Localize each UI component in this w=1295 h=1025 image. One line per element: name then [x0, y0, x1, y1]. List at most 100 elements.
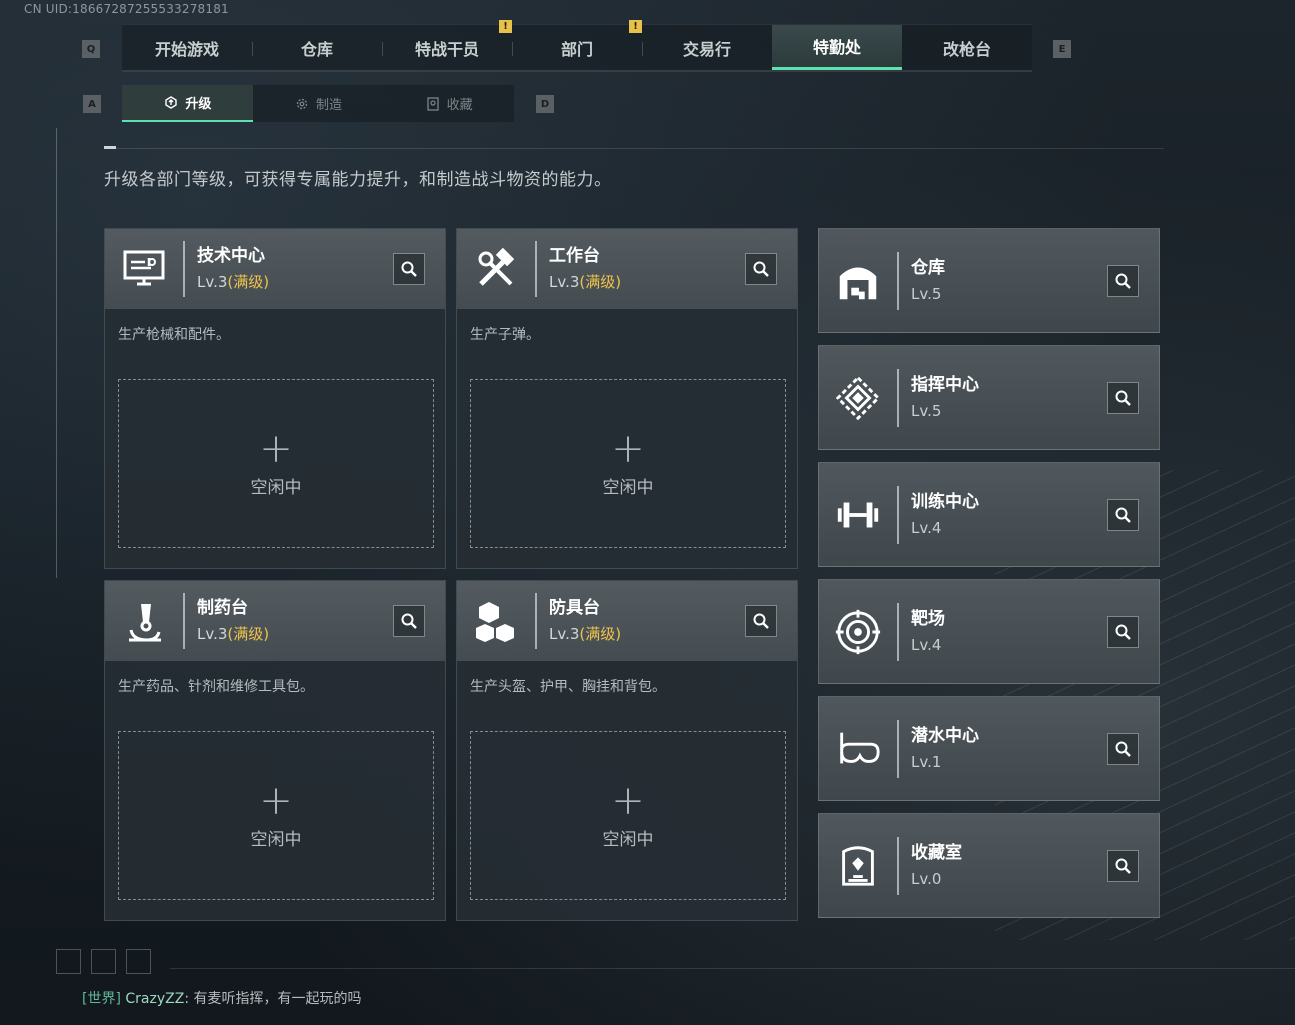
slot-status: 空闲中	[602, 830, 654, 850]
facility-shooting-range[interactable]: 靶场 Lv.4	[818, 579, 1160, 684]
workshop-name: 技术中心	[197, 246, 265, 266]
workshop-level: Lv.3(满级)	[549, 271, 621, 293]
search-icon	[401, 613, 417, 629]
max-level-tag: (满级)	[579, 273, 622, 291]
subtab-label: 制造	[316, 98, 343, 113]
workshop-level: Lv.3(满级)	[549, 623, 621, 645]
page-description: 升级各部门等级，可获得专属能力提升，和制造战斗物资的能力。	[104, 170, 612, 190]
prev-tab-hotkey: Q	[82, 40, 100, 58]
production-slot[interactable]: + 空闲中	[470, 379, 786, 548]
warehouse-icon	[819, 228, 897, 333]
craft-gear-icon	[296, 98, 308, 109]
alert-badge: !	[629, 20, 642, 33]
production-slot[interactable]: + 空闲中	[118, 731, 434, 900]
inspect-button[interactable]	[1107, 265, 1139, 297]
chat-channel: [世界]	[82, 991, 121, 1007]
command-center-icon	[819, 345, 897, 450]
production-slot[interactable]: + 空闲中	[470, 731, 786, 900]
subtab-collection[interactable]: 收藏	[383, 85, 514, 122]
production-slot[interactable]: + 空闲中	[118, 379, 434, 548]
tab-operators[interactable]: 特战干员!	[382, 20, 512, 70]
main-tab-bar: 开始游戏 仓库 特战干员! 部门! 交易行 特勤处 改枪台	[122, 20, 1032, 72]
facility-warehouse[interactable]: 仓库 Lv.5	[818, 228, 1160, 333]
workshop-level: Lv.3(满级)	[197, 271, 269, 293]
workshop-card-tech-center: 技术中心 Lv.3(满级) 生产枪械和配件。 + 空闲中	[104, 228, 446, 569]
tab-departments[interactable]: 部门!	[512, 20, 642, 70]
workshop-name: 制药台	[197, 598, 248, 618]
facility-name: 指挥中心	[911, 374, 979, 395]
quick-slot[interactable]	[126, 949, 151, 974]
search-icon	[1115, 624, 1131, 640]
max-level-tag: (满级)	[579, 625, 622, 643]
workshop-description: 生产枪械和配件。	[118, 327, 230, 343]
level-value: Lv.3	[197, 273, 228, 291]
search-icon	[1115, 507, 1131, 523]
tab-label: 部门	[560, 39, 593, 59]
facility-training-center[interactable]: 训练中心 Lv.4	[818, 462, 1160, 567]
max-level-tag: (满级)	[227, 625, 270, 643]
computer-icon	[105, 229, 183, 309]
tab-trading[interactable]: 交易行	[642, 25, 772, 70]
slot-status: 空闲中	[250, 830, 302, 850]
facility-level: Lv.4	[911, 518, 942, 537]
search-icon	[753, 261, 769, 277]
facility-diving-center[interactable]: 潜水中心 Lv.1	[818, 696, 1160, 801]
card-header[interactable]: 防具台 Lv.3(满级)	[457, 581, 797, 661]
inspect-button[interactable]	[393, 253, 425, 285]
inspect-button[interactable]	[745, 605, 777, 637]
workshop-level: Lv.3(满级)	[197, 623, 269, 645]
workshop-description: 生产药品、针剂和维修工具包。	[118, 679, 314, 695]
separator	[183, 241, 185, 297]
facility-name: 训练中心	[911, 491, 979, 512]
target-icon	[819, 579, 897, 684]
next-tab-hotkey: E	[1053, 40, 1071, 58]
workshop-card-workbench: 工作台 Lv.3(满级) 生产子弹。 + 空闲中	[456, 228, 798, 569]
workshop-description: 生产头盔、护甲、胸挂和背包。	[470, 679, 666, 695]
search-icon	[401, 261, 417, 277]
facility-name: 靶场	[911, 608, 945, 629]
tab-label: 改枪台	[942, 39, 991, 59]
separator	[897, 251, 899, 310]
subtab-upgrade[interactable]: 升级	[122, 85, 253, 122]
search-icon	[1115, 273, 1131, 289]
inspect-button[interactable]	[393, 605, 425, 637]
slot-status: 空闲中	[602, 478, 654, 498]
subtab-craft[interactable]: 制造	[253, 85, 384, 122]
separator	[897, 602, 899, 661]
inspect-button[interactable]	[1107, 850, 1139, 882]
quick-slot[interactable]	[91, 949, 116, 974]
tab-special-services[interactable]: 特勤处	[772, 25, 902, 70]
inspect-button[interactable]	[745, 253, 777, 285]
level-value: Lv.3	[549, 273, 580, 291]
diving-mask-icon	[819, 696, 897, 801]
facility-command-center[interactable]: 指挥中心 Lv.5	[818, 345, 1160, 450]
slot-status: 空闲中	[250, 478, 302, 498]
facility-level: Lv.4	[911, 635, 942, 654]
divider	[104, 148, 1164, 149]
inspect-button[interactable]	[1107, 733, 1139, 765]
tab-start-game[interactable]: 开始游戏	[122, 25, 252, 70]
prev-subtab-hotkey: A	[83, 95, 101, 113]
inspect-button[interactable]	[1107, 382, 1139, 414]
tab-gunsmith[interactable]: 改枪台	[902, 25, 1032, 70]
inspect-button[interactable]	[1107, 499, 1139, 531]
hammer-wrench-icon	[457, 229, 535, 309]
quick-slot[interactable]	[56, 949, 81, 974]
workshop-description: 生产子弹。	[470, 327, 540, 343]
card-header[interactable]: 工作台 Lv.3(满级)	[457, 229, 797, 309]
divider-tick	[104, 146, 116, 149]
facility-collection-room[interactable]: 收藏室 Lv.0	[818, 813, 1160, 918]
collection-icon	[427, 96, 439, 111]
workshop-name: 工作台	[549, 246, 600, 266]
tab-label: 交易行	[682, 39, 731, 59]
tab-label: 开始游戏	[154, 39, 219, 59]
separator	[535, 241, 537, 297]
facility-name: 潜水中心	[911, 725, 979, 746]
separator	[897, 719, 899, 778]
card-header[interactable]: 技术中心 Lv.3(满级)	[105, 229, 445, 309]
inspect-button[interactable]	[1107, 616, 1139, 648]
tab-warehouse[interactable]: 仓库	[252, 25, 382, 70]
sub-tab-bar: 升级 制造 收藏	[122, 85, 514, 122]
chat-message[interactable]: [世界] CrazyZZ: 有麦听指挥，有一起玩的吗	[82, 988, 362, 1008]
card-header[interactable]: 制药台 Lv.3(满级)	[105, 581, 445, 661]
